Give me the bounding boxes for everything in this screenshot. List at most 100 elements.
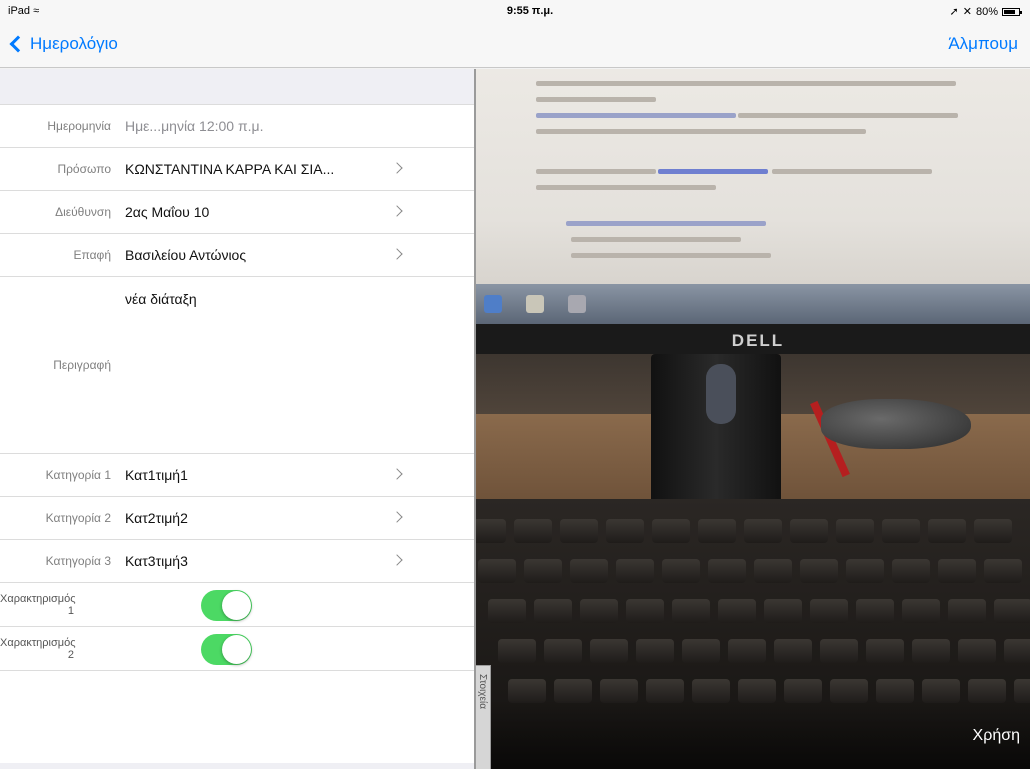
photo-keyboard-key <box>764 599 802 623</box>
photo-keyboard-key <box>774 639 812 663</box>
photo-keyboard-key <box>836 519 874 543</box>
status-right: ➚ ✕ 80% <box>949 5 1022 18</box>
photo-keyboard-key <box>728 639 766 663</box>
album-button[interactable]: Άλμπουμ <box>948 34 1018 54</box>
photo-keyboard-key <box>570 559 608 583</box>
back-button-label: Ημερολόγιο <box>30 34 118 53</box>
person-row[interactable]: Πρόσωπο ΚΩΝΣΤΑΝΤΙΝΑ ΚΑΡΡΑ ΚΑΙ ΣΙΑ... <box>0 148 474 191</box>
photo-keyboard-key <box>846 559 884 583</box>
photo-keyboard-key <box>662 559 700 583</box>
photo-keyboard-key <box>476 519 506 543</box>
photo-mouse <box>821 399 971 449</box>
photo-keyboard-key <box>708 559 746 583</box>
address-label: Διεύθυνση <box>55 205 111 219</box>
chevron-right-icon <box>391 162 403 174</box>
trait2-row: Χαρακτηρισμός 2 <box>0 627 474 671</box>
category1-row[interactable]: Κατηγορία 1 Κατ1τιμή1 <box>0 454 474 497</box>
chevron-right-icon <box>391 248 403 260</box>
date-label: Ημερομηνία <box>47 119 111 133</box>
details-form: Ημερομηνία Ημε...μηνία 12:00 π.μ. Πρόσωπ… <box>0 69 474 769</box>
use-button[interactable]: Χρήση <box>973 727 1020 745</box>
category2-row[interactable]: Κατηγορία 2 Κατ2τιμή2 <box>0 497 474 540</box>
photo-keyboard-key <box>754 559 792 583</box>
description-textarea[interactable]: νέα διάταξη <box>125 277 365 307</box>
photo-keyboard-key <box>1004 639 1030 663</box>
photo-keyboard-key <box>820 639 858 663</box>
photo-keyboard-key <box>606 519 644 543</box>
back-button[interactable]: Ημερολόγιο <box>9 34 118 54</box>
photo-keyboard-key <box>524 559 562 583</box>
date-value: Ημε...μηνία 12:00 π.μ. <box>125 118 264 134</box>
trait1-toggle[interactable] <box>201 590 252 621</box>
person-value: ΚΩΝΣΤΑΝΤΙΝΑ ΚΑΡΡΑ ΚΑΙ ΣΙΑ... <box>125 161 335 177</box>
photo-keyboard-key <box>958 639 996 663</box>
device-name: iPad <box>8 5 31 17</box>
wifi-icon: ≈ <box>33 5 40 17</box>
category3-label: Κατηγορία 3 <box>45 554 111 568</box>
contact-label: Επαφή <box>73 248 111 262</box>
bluetooth-icon: ✕ <box>962 6 972 18</box>
category1-value: Κατ1τιμή1 <box>125 467 188 483</box>
category3-row[interactable]: Κατηγορία 3 Κατ3τιμή3 <box>0 540 474 583</box>
photo-keyboard-key <box>652 519 690 543</box>
photo-keyboard-key <box>590 639 628 663</box>
chevron-right-icon <box>391 511 403 523</box>
photo-keyboard-key <box>488 599 526 623</box>
photo-keyboard-key <box>544 639 582 663</box>
photo-keyboard-key <box>626 599 664 623</box>
address-row[interactable]: Διεύθυνση 2ας Μαΐου 10 <box>0 191 474 234</box>
chevron-left-icon <box>9 35 27 53</box>
status-device: iPad ≈ <box>8 5 39 17</box>
photo-keyboard-key <box>984 559 1022 583</box>
contact-value: Βασιλείου Αντώνιος <box>125 247 247 263</box>
address-value: 2ας Μαΐου 10 <box>125 204 210 220</box>
contact-row[interactable]: Επαφή Βασιλείου Αντώνιος <box>0 234 474 277</box>
category2-value: Κατ2τιμή2 <box>125 510 188 526</box>
trait2-toggle[interactable] <box>201 634 252 665</box>
photo-stand-opening <box>706 364 736 424</box>
description-label: Περιγραφή <box>53 358 111 372</box>
photo-keyboard-key <box>912 639 950 663</box>
photo-keyboard-key <box>974 519 1012 543</box>
toggle-knob <box>222 635 251 664</box>
navigation-bar: Ημερολόγιο Άλμπουμ <box>0 22 1030 68</box>
photo-keyboard-key <box>928 519 966 543</box>
monitor-logo: DELL <box>731 331 785 350</box>
photo-keyboard-key <box>580 599 618 623</box>
photo-keyboard-key <box>636 639 674 663</box>
photo-keyboard-key <box>938 559 976 583</box>
photo-keyboard-key <box>948 599 986 623</box>
side-tab-label: Στοιχεία <box>477 674 488 710</box>
photo-keyboard-key <box>534 599 572 623</box>
date-row[interactable]: Ημερομηνία Ημε...μηνία 12:00 π.μ. <box>0 105 474 148</box>
trait2-label: Χαρακτηρισμός 2 <box>0 636 76 661</box>
photo-keyboard-key <box>810 599 848 623</box>
photo-keyboard-key <box>902 599 940 623</box>
chevron-right-icon <box>391 468 403 480</box>
person-label: Πρόσωπο <box>57 162 111 176</box>
details-side-tab[interactable]: Στοιχεία <box>476 665 491 769</box>
toggle-knob <box>222 591 251 620</box>
category1-label: Κατηγορία 1 <box>45 468 111 482</box>
photo-keyboard-key <box>514 519 552 543</box>
status-time: 9:55 π.μ. <box>506 5 554 17</box>
photo-keyboard-key <box>682 639 720 663</box>
location-icon: ➚ <box>949 6 959 18</box>
trait1-label: Χαρακτηρισμός 1 <box>0 592 76 617</box>
status-bar: iPad ≈ 9:55 π.μ. ➚ ✕ 80% <box>0 0 1030 22</box>
battery-percent: 80% <box>975 5 998 18</box>
chevron-right-icon <box>391 554 403 566</box>
trait1-row: Χαρακτηρισμός 1 <box>0 583 474 627</box>
photo-keyboard-key <box>744 519 782 543</box>
photo-taskbar <box>476 284 1030 324</box>
photo-keyboard-key <box>698 519 736 543</box>
photo-keyboard-key <box>718 599 756 623</box>
photo-keyboard-key <box>866 639 904 663</box>
form-footer <box>0 671 474 763</box>
photo-bottom-gradient <box>476 699 1030 769</box>
chevron-right-icon <box>391 205 403 217</box>
photo-keyboard-key <box>994 599 1030 623</box>
photo-keyboard-key <box>800 559 838 583</box>
description-row[interactable]: Περιγραφή νέα διάταξη <box>0 277 474 454</box>
photo-keyboard-key <box>498 639 536 663</box>
